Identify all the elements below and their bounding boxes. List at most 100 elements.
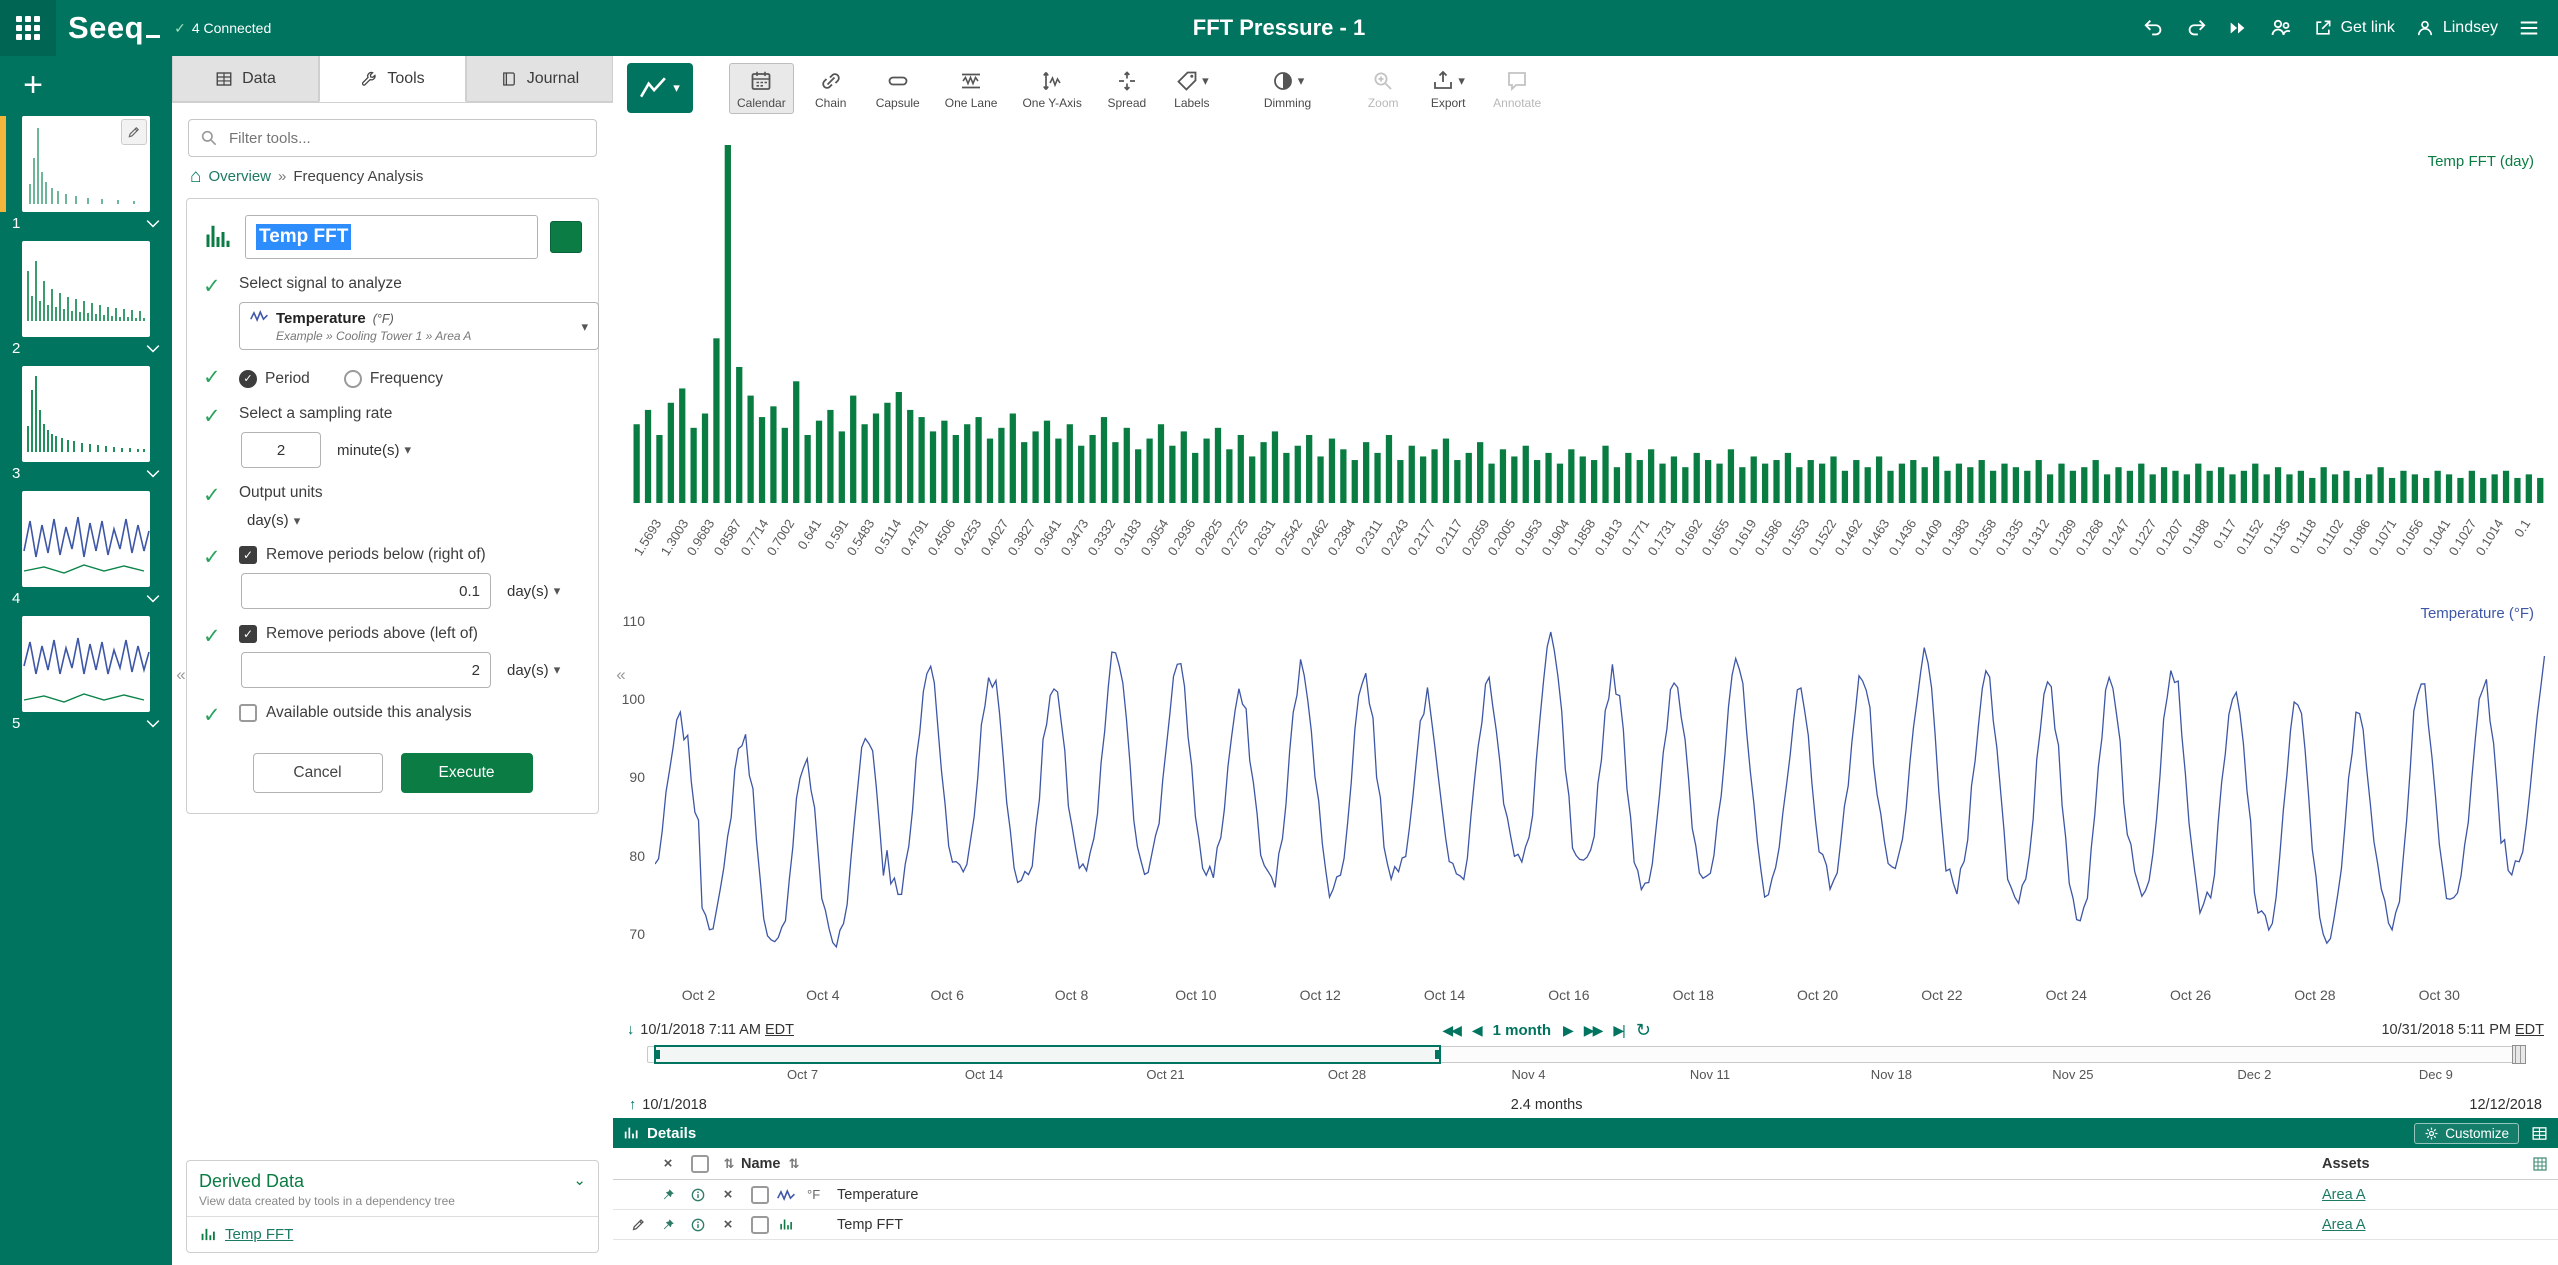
remove-above-unit-dropdown[interactable]: day(s)▾ — [501, 661, 566, 680]
asset-link[interactable]: Area A — [2322, 1187, 2366, 1203]
worksheet-item[interactable]: 1 — [0, 116, 172, 241]
row-checkbox[interactable] — [751, 1186, 769, 1204]
tab-data[interactable]: Data — [172, 56, 319, 102]
investigate-arrow-icon[interactable]: ↑ — [629, 1097, 636, 1113]
worksheet-item[interactable]: 3 — [0, 366, 172, 491]
temperature-plot-area[interactable] — [655, 605, 2546, 981]
remove-above-input[interactable]: 2 — [241, 652, 491, 688]
collapse-worksheet-strip-button[interactable]: « — [173, 662, 189, 688]
chevron-down-icon[interactable] — [146, 719, 160, 728]
remove-below-checkbox[interactable]: ✓ — [239, 546, 257, 564]
toolbar-button-export[interactable]: ▾ Export — [1420, 63, 1476, 114]
chevron-down-icon[interactable]: ⌄ — [573, 1171, 586, 1189]
toolbar-button-capsule[interactable]: Capsule — [868, 63, 928, 114]
worksheet-item[interactable]: 5 — [0, 616, 172, 741]
pin-icon[interactable] — [661, 1187, 676, 1202]
redo-button[interactable] — [2185, 17, 2207, 39]
info-icon[interactable] — [690, 1187, 706, 1203]
step-to-end-button[interactable]: ▶| — [1613, 1022, 1623, 1039]
step-forward-full-button[interactable]: ▶▶ — [1584, 1022, 1602, 1039]
remove-below-input[interactable]: 0.1 — [241, 573, 491, 609]
temperature-chart[interactable]: Temperature (°F) 110100908070 Oct 2Oct 4… — [613, 597, 2558, 1017]
step-back-half-button[interactable]: ◀ — [1472, 1022, 1481, 1039]
undo-button[interactable] — [2143, 17, 2165, 39]
select-all-checkbox[interactable] — [691, 1155, 709, 1173]
table-view-icon[interactable] — [2531, 1125, 2548, 1142]
investigate-end-date[interactable]: 12/12/2018 — [2469, 1097, 2542, 1113]
sort-icon[interactable]: ⇅ — [789, 1156, 800, 1172]
frequency-radio[interactable]: Frequency — [344, 370, 443, 388]
display-range-start[interactable]: 10/1/2018 7:11 AM — [640, 1022, 761, 1038]
remove-icon[interactable]: × — [718, 1215, 739, 1234]
chevron-down-icon[interactable] — [146, 469, 160, 478]
chevron-down-icon[interactable] — [146, 594, 160, 603]
breadcrumb-root-link[interactable]: Overview — [208, 168, 271, 185]
toolbar-button-spread[interactable]: Spread — [1099, 63, 1155, 114]
info-icon[interactable] — [690, 1217, 706, 1233]
worksheet-thumbnail[interactable] — [22, 366, 150, 462]
remove-above-checkbox[interactable]: ✓ — [239, 625, 257, 643]
remove-below-unit-dropdown[interactable]: day(s)▾ — [501, 582, 566, 601]
worksheet-thumbnail[interactable] — [22, 116, 150, 212]
row-name[interactable]: Temp FFT — [837, 1217, 2322, 1233]
edit-worksheet-button[interactable] — [121, 119, 147, 145]
user-menu-button[interactable]: Lindsey — [2415, 18, 2498, 38]
pin-icon[interactable] — [661, 1217, 676, 1232]
chevron-down-icon[interactable] — [146, 344, 160, 353]
worksheet-thumbnail[interactable] — [22, 241, 150, 337]
tool-name-input[interactable]: Temp FFT — [245, 215, 538, 259]
asset-link[interactable]: Area A — [2322, 1217, 2366, 1233]
toolbar-button-calendar[interactable]: Calendar — [729, 63, 794, 114]
add-worksheet-button[interactable]: + — [12, 64, 54, 106]
present-button[interactable] — [2227, 17, 2249, 39]
timezone-link[interactable]: EDT — [2515, 1022, 2544, 1038]
fft-chart[interactable]: Temp FFT (day) 1.56931.30030.96830.85870… — [613, 127, 2558, 597]
toolbar-button-dimming[interactable]: ▾ Dimming — [1256, 63, 1319, 114]
get-link-button[interactable]: Get link — [2313, 18, 2395, 38]
execute-button[interactable]: Execute — [401, 753, 533, 793]
filter-tools-input[interactable] — [188, 119, 597, 157]
sampling-unit-dropdown[interactable]: minute(s)▾ — [331, 441, 417, 460]
worksheet-thumbnail[interactable] — [22, 491, 150, 587]
step-forward-half-button[interactable]: ▶ — [1563, 1022, 1572, 1039]
derived-data-item[interactable]: Temp FFT — [187, 1216, 598, 1252]
trend-view-button[interactable]: ▾ — [627, 63, 693, 113]
customize-button[interactable]: Customize — [2414, 1123, 2519, 1144]
signal-select[interactable]: Temperature (°F) Example » Cooling Tower… — [239, 302, 599, 350]
investigate-start-date[interactable]: 10/1/2018 — [642, 1097, 707, 1113]
range-start-arrow-icon[interactable]: ↓ — [627, 1022, 634, 1038]
fft-plot-area[interactable] — [631, 135, 2546, 505]
row-name[interactable]: Temperature — [837, 1187, 2322, 1203]
name-column-header[interactable]: Name — [741, 1156, 781, 1172]
hamburger-menu-button[interactable] — [2518, 17, 2540, 39]
tab-journal[interactable]: Journal — [466, 56, 613, 102]
chevron-down-icon[interactable] — [146, 219, 160, 228]
asset-grid-icon[interactable] — [2532, 1156, 2548, 1172]
derived-item-link[interactable]: Temp FFT — [225, 1226, 293, 1243]
tab-tools[interactable]: Tools — [319, 56, 466, 102]
worksheet-item[interactable]: 2 — [0, 241, 172, 366]
output-unit-dropdown[interactable]: day(s)▾ — [241, 511, 306, 530]
toolbar-button-one-y-axis[interactable]: One Y-Axis — [1014, 63, 1089, 114]
timezone-link[interactable]: EDT — [765, 1022, 794, 1038]
available-outside-checkbox[interactable] — [239, 704, 257, 722]
toolbar-button-labels[interactable]: ▾ Labels — [1164, 63, 1220, 114]
range-right-handle[interactable] — [1435, 1050, 1441, 1059]
cancel-button[interactable]: Cancel — [253, 753, 383, 793]
timeline-track[interactable] — [647, 1046, 2524, 1063]
edit-icon[interactable] — [631, 1217, 646, 1232]
users-button[interactable] — [2269, 16, 2293, 40]
refresh-icon[interactable]: ↻ — [1636, 1020, 1651, 1041]
remove-icon[interactable]: × — [718, 1185, 739, 1204]
remove-all-button[interactable]: × — [658, 1154, 679, 1173]
toolbar-button-one-lane[interactable]: One Lane — [937, 63, 1006, 114]
worksheet-item[interactable]: 4 — [0, 491, 172, 616]
step-back-full-button[interactable]: ◀◀ — [1442, 1022, 1460, 1039]
app-grid-button[interactable] — [0, 0, 56, 56]
duration-label[interactable]: 1 month — [1493, 1022, 1551, 1039]
details-row-temp-fft[interactable]: × Temp FFT Area A — [613, 1210, 2558, 1240]
toolbar-button-chain[interactable]: Chain — [803, 63, 859, 114]
timeline-end-handle[interactable] — [2512, 1045, 2526, 1064]
range-left-handle[interactable] — [654, 1050, 660, 1059]
display-range-end[interactable]: 10/31/2018 5:11 PM EDT — [2381, 1022, 2544, 1038]
